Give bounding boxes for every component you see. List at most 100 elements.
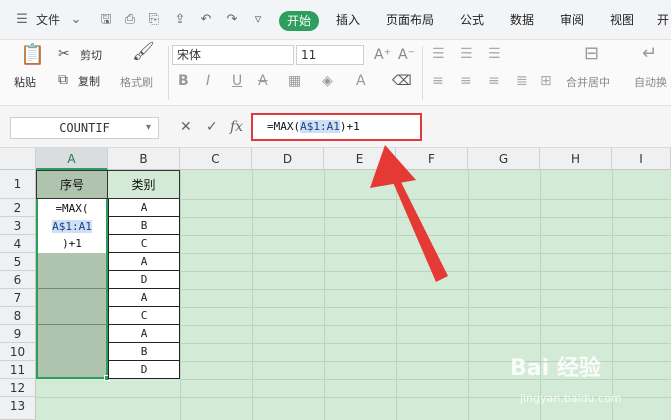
row-header-12[interactable]: 12 <box>0 379 36 397</box>
export-icon[interactable]: ⇪ <box>172 12 188 28</box>
file-menu[interactable]: 文件 <box>36 0 60 40</box>
cell-b10[interactable]: B <box>108 343 180 361</box>
distribute-icon[interactable]: ⊞ <box>540 73 552 89</box>
align-left-icon[interactable]: ≡ <box>432 73 444 89</box>
font-color-icon[interactable]: A <box>356 73 366 89</box>
align-center-icon[interactable]: ≡ <box>460 73 472 89</box>
row-header-7[interactable]: 7 <box>0 289 36 307</box>
cancel-edit-icon[interactable]: ✕ <box>180 119 192 135</box>
cell-b4[interactable]: C <box>108 235 180 253</box>
print-preview-icon[interactable]: ⎘ <box>146 12 162 28</box>
column-header-e[interactable]: E <box>324 148 396 170</box>
italic-button[interactable]: I <box>206 73 210 89</box>
undo-icon[interactable]: ↶ <box>198 12 214 28</box>
chevron-down-icon[interactable]: ▾ <box>146 120 151 136</box>
formula-suffix: )+1 <box>339 120 360 133</box>
row-header-10[interactable]: 10 <box>0 343 36 361</box>
confirm-edit-icon[interactable]: ✓ <box>206 119 218 135</box>
font-name-select[interactable]: 宋体 <box>172 45 294 65</box>
strikethrough-icon[interactable]: A <box>258 73 268 89</box>
column-header-c[interactable]: C <box>180 148 252 170</box>
merged-cell-a5-a6[interactable] <box>36 253 108 289</box>
column-header-d[interactable]: D <box>252 148 324 170</box>
cell-b5[interactable]: A <box>108 253 180 271</box>
merge-center-button[interactable]: 合并居中 <box>566 74 610 90</box>
tab-home[interactable]: 开始 <box>279 11 319 31</box>
column-header-a[interactable]: A <box>36 148 108 170</box>
cut-button[interactable]: 剪切 <box>80 47 102 63</box>
paste-button[interactable]: 粘贴 <box>14 74 36 90</box>
increase-font-icon[interactable]: A⁺ <box>374 47 391 63</box>
gridline <box>180 289 671 290</box>
column-header-f[interactable]: F <box>396 148 468 170</box>
cell-b2[interactable]: A <box>108 199 180 217</box>
row-header-6[interactable]: 6 <box>0 271 36 289</box>
row-header-2[interactable]: 2 <box>0 199 36 217</box>
formula-input[interactable]: =MAX(A$1:A1)+1 <box>251 113 422 141</box>
justify-icon[interactable]: ≣ <box>516 73 528 89</box>
save-icon[interactable]: 🖫 <box>98 12 114 28</box>
column-header-g[interactable]: G <box>468 148 540 170</box>
border-icon[interactable]: ▦ <box>288 73 301 89</box>
name-box[interactable]: COUNTIF <box>10 117 159 139</box>
cell-b6[interactable]: D <box>108 271 180 289</box>
hamburger-menu-icon[interactable]: ☰ <box>14 12 30 28</box>
cell-b7[interactable]: A <box>108 289 180 307</box>
bold-button[interactable]: B <box>178 73 189 89</box>
scissors-icon[interactable]: ✂ <box>58 46 70 62</box>
row-header-4[interactable]: 4 <box>0 235 36 253</box>
row-header-11[interactable]: 11 <box>0 361 36 379</box>
row-header-5[interactable]: 5 <box>0 253 36 271</box>
corner-select-all[interactable] <box>0 148 36 170</box>
tab-page-layout[interactable]: 页面布局 <box>386 0 434 40</box>
tab-data[interactable]: 数据 <box>510 0 534 40</box>
align-bottom-icon[interactable]: ☰ <box>488 46 501 62</box>
column-header-b[interactable]: B <box>108 148 180 170</box>
align-right-icon[interactable]: ≡ <box>488 73 500 89</box>
gridline <box>612 170 613 420</box>
row-header-13[interactable]: 13 <box>0 397 36 420</box>
gridline <box>252 170 253 420</box>
redo-icon[interactable]: ↷ <box>224 12 240 28</box>
cell-b9[interactable]: A <box>108 325 180 343</box>
tab-review[interactable]: 审阅 <box>560 0 584 40</box>
underline-button[interactable]: U <box>232 73 242 89</box>
row-header-9[interactable]: 9 <box>0 325 36 343</box>
copy-button[interactable]: 复制 <box>78 73 100 89</box>
align-top-icon[interactable]: ☰ <box>432 46 445 62</box>
row-header-8[interactable]: 8 <box>0 307 36 325</box>
chevron-down-icon[interactable]: ⌄ <box>68 12 84 28</box>
tab-formulas[interactable]: 公式 <box>460 0 484 40</box>
cell-b3[interactable]: B <box>108 217 180 235</box>
align-middle-icon[interactable]: ☰ <box>460 46 473 62</box>
copy-icon[interactable]: ⧉ <box>58 72 68 88</box>
tab-insert[interactable]: 插入 <box>336 0 360 40</box>
decrease-font-icon[interactable]: A⁻ <box>398 47 415 63</box>
customize-toolbar-icon[interactable]: ▿ <box>250 12 266 28</box>
gridline <box>180 235 671 236</box>
cell-b1-header[interactable]: 类别 <box>108 170 180 199</box>
fx-icon[interactable]: fx <box>230 119 243 135</box>
fill-color-icon[interactable]: ◈ <box>322 73 333 89</box>
column-header-h[interactable]: H <box>540 148 612 170</box>
merge-center-icon[interactable]: ⊟ <box>584 45 599 63</box>
row-header-3[interactable]: 3 <box>0 217 36 235</box>
wrap-text-button[interactable]: 自动换 <box>634 74 667 90</box>
merged-cell-a9-a11[interactable] <box>36 325 108 379</box>
row-header-1[interactable]: 1 <box>0 170 36 199</box>
cell-b8[interactable]: C <box>108 307 180 325</box>
gridline <box>180 253 671 254</box>
paste-icon[interactable]: 📋 <box>20 44 45 64</box>
cell-b11[interactable]: D <box>108 361 180 379</box>
merged-cell-a7-a8[interactable] <box>36 289 108 325</box>
tab-view[interactable]: 视图 <box>610 0 634 40</box>
wrap-text-icon[interactable]: ↵ <box>642 45 657 63</box>
clear-format-icon[interactable]: ⌫ <box>392 73 412 89</box>
font-size-select[interactable]: 11 <box>296 45 364 65</box>
tab-dev[interactable]: 开 <box>657 0 669 40</box>
format-painter-button[interactable]: 格式刷 <box>120 74 153 90</box>
column-header-i[interactable]: I <box>612 148 671 170</box>
format-painter-icon[interactable]: 🖌 <box>132 43 155 61</box>
cell-a1-header[interactable]: 序号 <box>36 170 108 199</box>
print-icon[interactable]: ⎙ <box>122 12 138 28</box>
